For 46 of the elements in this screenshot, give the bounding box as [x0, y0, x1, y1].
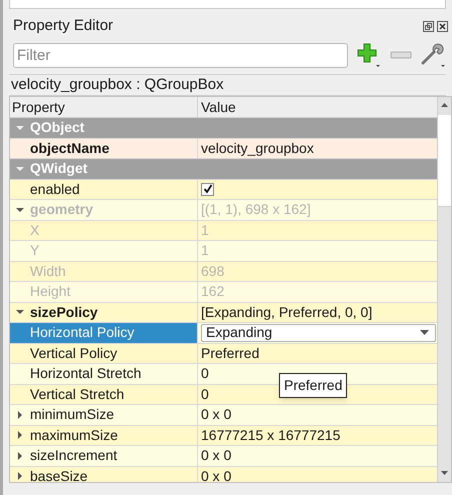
checkbox[interactable]: [201, 182, 214, 196]
wrench-icon[interactable]: [420, 42, 446, 68]
property-name[interactable]: Vertical Policy: [30, 344, 118, 363]
property-name[interactable]: sizeIncrement: [30, 446, 118, 466]
property-value: velocity_groupbox: [201, 138, 314, 158]
section-label: QObject: [30, 118, 84, 137]
collapse-arrow-icon[interactable]: [16, 308, 24, 316]
caret-icon: [420, 330, 429, 336]
property-name[interactable]: minimumSize: [30, 405, 114, 424]
column-header[interactable]: Property: [10, 97, 198, 117]
expand-arrow-icon[interactable]: [16, 431, 24, 440]
filter-field[interactable]: Filter: [13, 42, 348, 68]
expand-arrow-icon[interactable]: [16, 452, 24, 460]
property-name[interactable]: maximumSize: [30, 426, 118, 445]
property-value: 0: [201, 364, 209, 384]
property-value: 0 x 0: [201, 466, 232, 482]
close-icon[interactable]: [437, 20, 448, 32]
property-value: Preferred: [201, 344, 260, 363]
column-header[interactable]: Value: [198, 97, 437, 117]
property-value: 1: [201, 241, 209, 260]
panel-title: Property Editor: [13, 16, 114, 36]
property-value: 0 x 0: [201, 405, 232, 424]
scrollbar-thumb[interactable]: [438, 115, 451, 207]
property-value: 162: [201, 282, 224, 302]
property-value: 698: [201, 262, 224, 281]
property-name[interactable]: sizePolicy: [30, 302, 98, 322]
property-name[interactable]: objectName: [30, 138, 110, 158]
scrollbar[interactable]: [437, 97, 451, 482]
property-name[interactable]: Horizontal Stretch: [30, 364, 142, 384]
expand-arrow-icon[interactable]: [16, 410, 24, 419]
float-icon[interactable]: [423, 20, 434, 32]
property-name[interactable]: Vertical Stretch: [30, 384, 124, 404]
tooltip: Preferred: [279, 373, 348, 398]
object-label: velocity_groupbox : QGroupBox: [11, 74, 224, 95]
property-value: 16777215 x 16777215: [201, 426, 340, 445]
dropdown[interactable]: Expanding: [201, 324, 436, 342]
section-label: QWidget: [30, 159, 88, 178]
property-name[interactable]: enabled: [30, 180, 80, 199]
property-name[interactable]: baseSize: [30, 466, 88, 482]
property-value: 0 x 0: [201, 446, 232, 466]
property-value: 1: [201, 220, 209, 240]
add-icon[interactable]: [356, 42, 382, 68]
expand-arrow-icon[interactable]: [16, 472, 24, 480]
property-value: [(1, 1), 698 x 162]: [201, 200, 311, 220]
property-value: 0: [201, 384, 209, 404]
property-value: [Expanding, Preferred, 0, 0]: [201, 302, 372, 322]
